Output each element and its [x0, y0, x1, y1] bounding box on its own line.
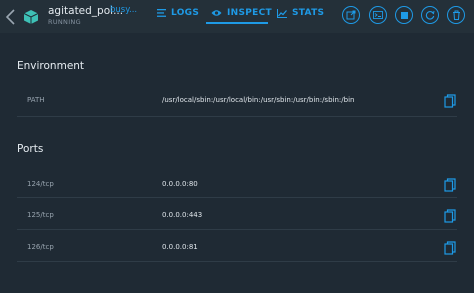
port-key: 126/tcp	[27, 243, 54, 251]
env-value: /usr/local/sbin:/usr/local/bin:/usr/sbin…	[162, 96, 355, 104]
top-bar: agitated_poi... busy... RUNNING LOGS INS…	[0, 0, 474, 33]
active-tab-indicator	[206, 22, 268, 24]
env-key: PATH	[27, 96, 45, 104]
stop-icon	[400, 11, 408, 19]
environment-section-title: Environment	[17, 60, 85, 72]
tab-inspect-label: INSPECT	[227, 8, 272, 18]
terminal-icon	[373, 11, 383, 19]
open-browser-icon	[346, 10, 356, 20]
chart-icon	[277, 8, 287, 18]
container-cube-icon	[23, 10, 39, 24]
restart-button[interactable]	[421, 6, 439, 24]
row-divider	[17, 229, 457, 230]
stop-button[interactable]	[395, 6, 413, 24]
tab-logs[interactable]: LOGS	[157, 0, 199, 26]
copy-icon[interactable]	[444, 94, 456, 108]
terminal-button[interactable]	[369, 6, 387, 24]
row-divider	[17, 197, 457, 198]
copy-icon[interactable]	[444, 241, 456, 255]
tab-logs-label: LOGS	[171, 8, 200, 18]
back-chevron-icon[interactable]	[4, 8, 18, 26]
eye-icon	[211, 10, 222, 16]
delete-icon	[452, 10, 460, 20]
row-divider	[17, 261, 457, 262]
container-status: RUNNING	[48, 18, 81, 26]
copy-icon[interactable]	[444, 178, 456, 192]
port-value: 0.0.0.0:443	[162, 211, 203, 219]
port-key: 125/tcp	[27, 211, 54, 219]
port-value: 0.0.0.0:80	[162, 180, 198, 188]
tab-stats[interactable]: STATS	[277, 0, 324, 26]
port-value: 0.0.0.0:81	[162, 243, 198, 251]
section-divider	[17, 116, 457, 117]
port-key: 124/tcp	[27, 180, 54, 188]
tab-stats-label: STATS	[292, 8, 325, 18]
delete-button[interactable]	[447, 6, 465, 24]
restart-icon	[425, 10, 435, 20]
open-browser-button[interactable]	[342, 6, 360, 24]
list-icon	[157, 9, 166, 17]
copy-icon[interactable]	[444, 209, 456, 223]
ports-section-title: Ports	[17, 143, 44, 155]
image-link[interactable]: busy...	[110, 5, 137, 15]
